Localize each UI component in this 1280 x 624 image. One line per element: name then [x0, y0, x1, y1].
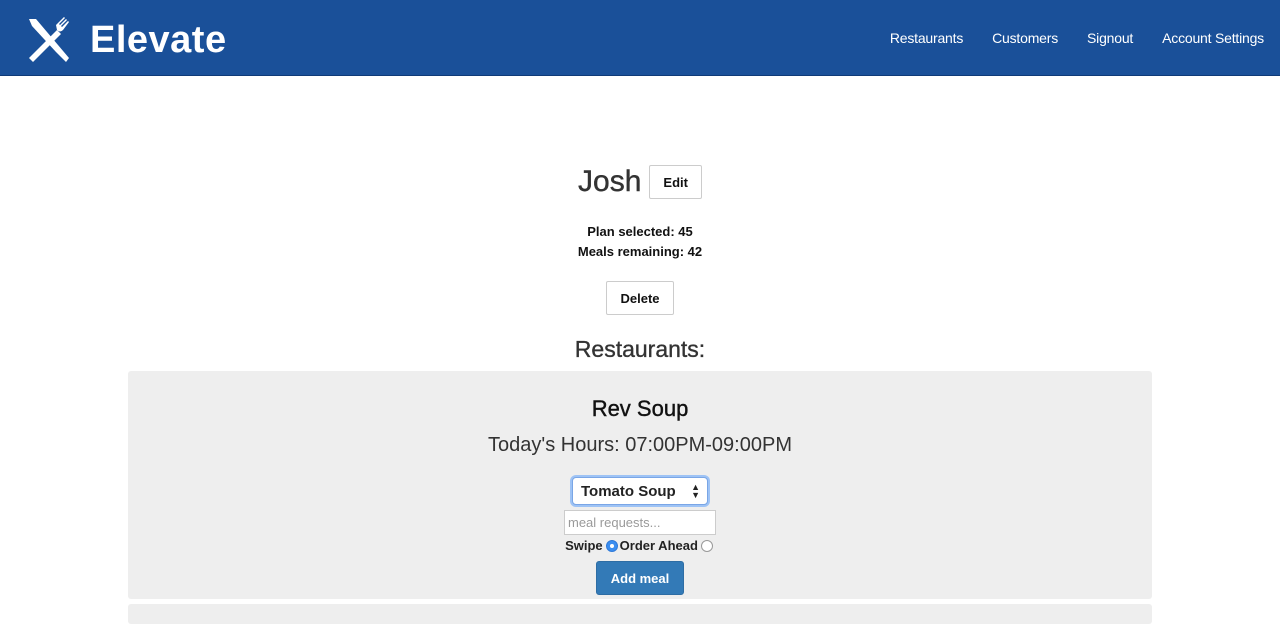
order-ahead-label: Order Ahead	[619, 538, 698, 553]
order-type-options: Swipe Order Ahead	[128, 538, 1152, 553]
meal-requests-input[interactable]	[564, 510, 716, 535]
meal-select-value: Tomato Soup	[581, 482, 676, 500]
customer-title-row: Josh Edit	[0, 165, 1280, 199]
swipe-radio[interactable]	[605, 539, 618, 552]
delete-row: Delete	[0, 281, 1280, 315]
edit-button[interactable]: Edit	[649, 165, 702, 199]
brand-logo[interactable]: Elevate	[26, 16, 227, 64]
nav-link-customers[interactable]: Customers	[992, 30, 1058, 46]
meal-select[interactable]: Tomato Soup ▲ ▼	[572, 477, 708, 505]
restaurants-heading: Restaurants:	[574, 336, 706, 362]
nav-link-signout[interactable]: Signout	[1087, 30, 1133, 46]
nav-links: Restaurants Customers Signout Account Se…	[861, 0, 1264, 76]
restaurant-hours: Today's Hours: 07:00PM-09:00PM	[488, 434, 792, 456]
navbar: Elevate Restaurants Customers Signout Ac…	[0, 0, 1280, 76]
select-arrows-icon: ▲ ▼	[691, 482, 700, 500]
delete-button[interactable]: Delete	[606, 281, 674, 315]
nav-link-account-settings[interactable]: Account Settings	[1162, 30, 1264, 46]
restaurant-card-next	[128, 604, 1152, 624]
brand-name: Elevate	[90, 19, 227, 61]
restaurant-card: Rev Soup Today's Hours: 07:00PM-09:00PM …	[128, 371, 1152, 599]
fork-knife-icon	[29, 17, 69, 62]
plan-selected: Plan selected: 45	[587, 224, 693, 239]
customer-name: Josh	[578, 165, 642, 198]
restaurant-name: Rev Soup	[591, 396, 689, 421]
add-meal-button[interactable]: Add meal	[596, 561, 684, 595]
swipe-label: Swipe	[565, 538, 603, 553]
nav-link-restaurants[interactable]: Restaurants	[890, 30, 963, 46]
order-ahead-radio[interactable]	[700, 539, 713, 552]
meals-remaining: Meals remaining: 42	[577, 244, 703, 259]
